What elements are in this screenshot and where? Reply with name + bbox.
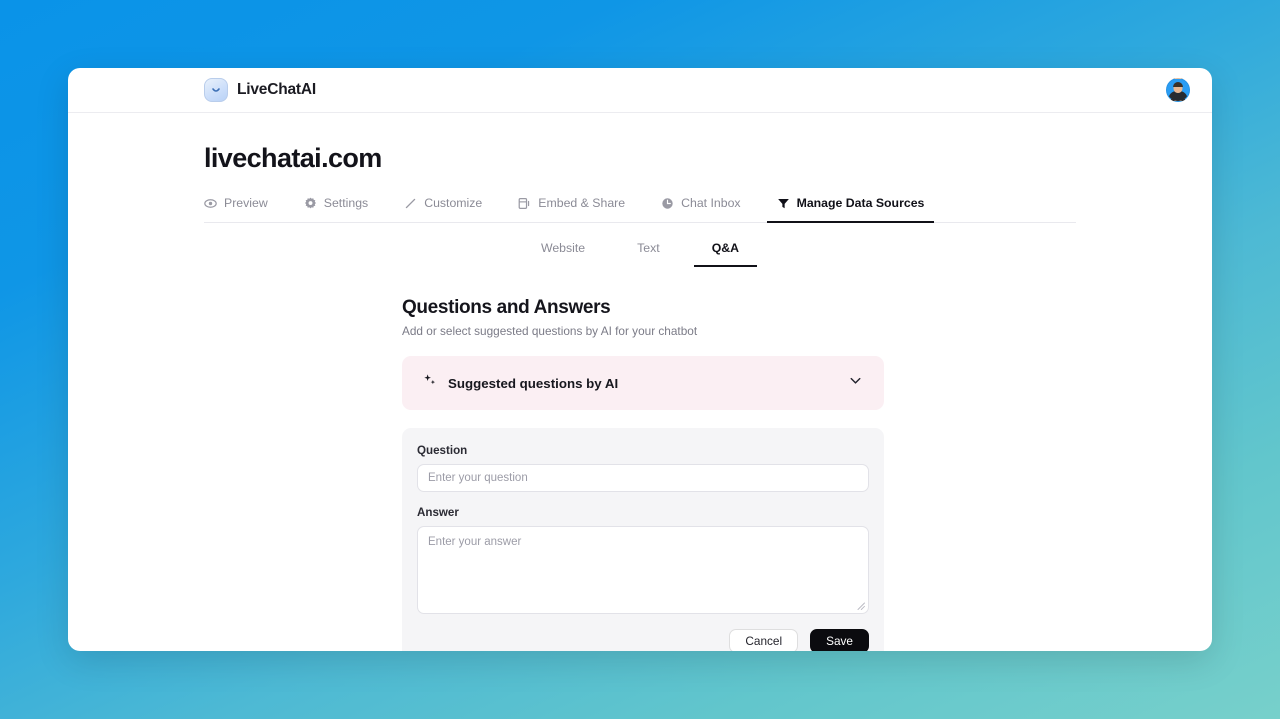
nav-item-label: Customize bbox=[424, 196, 483, 210]
suggested-questions-banner[interactable]: Suggested questions by AI bbox=[402, 356, 884, 410]
qa-form-card: Question Answer Cancel Save bbox=[402, 428, 884, 651]
nav-item-customize[interactable]: Customize bbox=[404, 196, 500, 222]
primary-nav: Preview Settings Customize Embed & Share… bbox=[204, 196, 1076, 223]
tab-text[interactable]: Text bbox=[611, 241, 686, 267]
suggested-banner-left: Suggested questions by AI bbox=[422, 373, 618, 393]
section-subheading: Add or select suggested questions by AI … bbox=[402, 324, 698, 338]
clock-icon bbox=[661, 197, 674, 210]
nav-item-chat-inbox[interactable]: Chat Inbox bbox=[661, 196, 758, 222]
avatar-hair bbox=[1173, 82, 1183, 87]
answer-textarea-wrapper bbox=[417, 526, 869, 614]
sub-tab-label: Website bbox=[540, 241, 586, 255]
suggested-banner-label: Suggested questions by AI bbox=[448, 375, 619, 391]
form-button-row: Cancel Save bbox=[417, 629, 869, 651]
funnel-icon bbox=[777, 197, 790, 210]
nav-item-embed-share[interactable]: Embed & Share bbox=[518, 196, 643, 222]
chevron-down-icon[interactable] bbox=[847, 372, 864, 394]
nav-item-label: Chat Inbox bbox=[681, 196, 741, 210]
question-label: Question bbox=[417, 444, 468, 457]
sub-tabs: Website Text Q&A bbox=[204, 241, 1076, 267]
nav-item-manage-data-sources[interactable]: Manage Data Sources bbox=[766, 196, 943, 223]
brand-logo-area[interactable]: LiveChatAI bbox=[204, 78, 316, 102]
section-heading: Questions and Answers bbox=[402, 297, 611, 318]
eye-icon bbox=[204, 197, 217, 210]
save-button[interactable]: Save bbox=[810, 629, 869, 651]
nav-item-preview[interactable]: Preview bbox=[204, 196, 286, 222]
tab-website[interactable]: Website bbox=[515, 241, 611, 267]
nav-item-label: Embed & Share bbox=[538, 196, 626, 210]
sparkles-icon bbox=[422, 373, 437, 393]
page-body: livechatai.com Preview Settings Customiz… bbox=[68, 113, 1212, 651]
content-area: Questions and Answers Add or select sugg… bbox=[204, 267, 1076, 651]
tab-qa[interactable]: Q&A bbox=[686, 241, 765, 267]
question-input[interactable] bbox=[417, 464, 869, 492]
answer-textarea[interactable] bbox=[417, 526, 869, 614]
answer-label: Answer bbox=[417, 506, 459, 519]
smile-logo-icon bbox=[204, 78, 228, 102]
nav-item-label: Preview bbox=[224, 196, 268, 210]
nav-item-label: Settings bbox=[323, 196, 369, 210]
sub-tab-label: Text bbox=[637, 241, 660, 255]
pencil-icon bbox=[404, 197, 417, 210]
page-title: livechatai.com bbox=[204, 143, 382, 173]
app-window: LiveChatAI livechatai.com Preview Settin… bbox=[68, 68, 1212, 651]
nav-item-settings[interactable]: Settings bbox=[304, 196, 386, 222]
top-bar: LiveChatAI bbox=[68, 68, 1212, 113]
embed-icon bbox=[518, 197, 531, 210]
field-spacer bbox=[417, 492, 869, 506]
cancel-button[interactable]: Cancel bbox=[729, 629, 799, 651]
brand-name: LiveChatAI bbox=[237, 81, 316, 98]
user-avatar[interactable] bbox=[1166, 78, 1190, 102]
sub-tab-label: Q&A bbox=[711, 241, 740, 255]
nav-item-label: Manage Data Sources bbox=[796, 196, 925, 210]
gear-icon bbox=[304, 197, 317, 210]
